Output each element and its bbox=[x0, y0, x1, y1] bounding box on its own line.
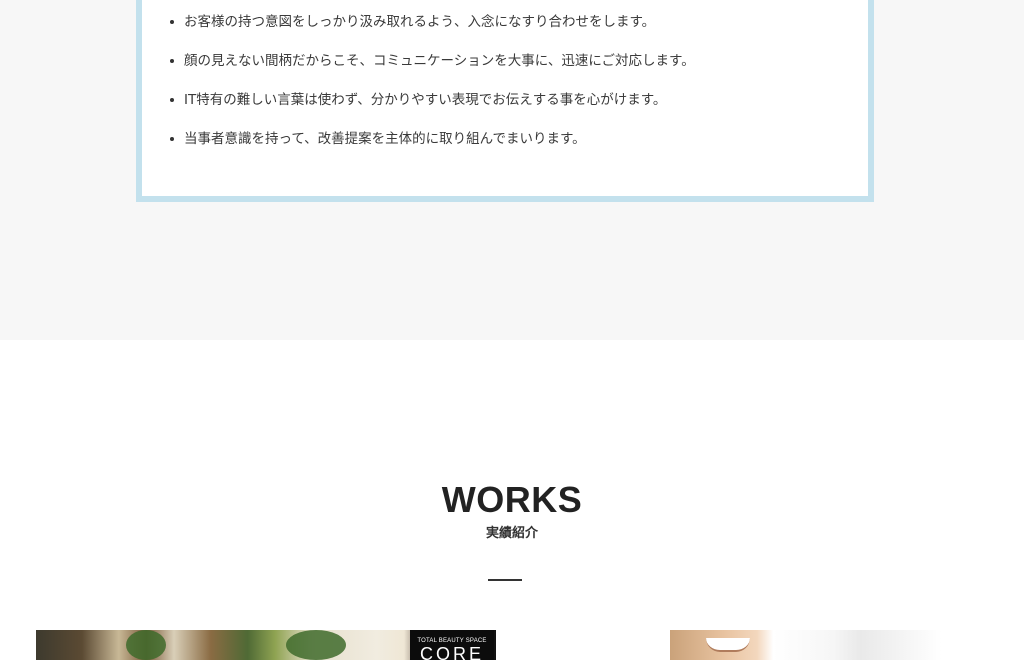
section-divider bbox=[488, 579, 522, 581]
plant-decoration bbox=[286, 630, 346, 660]
works-title: WORKS bbox=[441, 479, 583, 520]
policy-list-item: 当事者意識を持って、改善提案を主体的に取り組んでまいります。 bbox=[168, 129, 858, 168]
policy-item-text: お客様の持つ意図をしっかり汲み取れるよう、入念になすり合わせをします。 bbox=[184, 14, 656, 30]
works-section: WORKS 実績紹介 TOTAL BEAUTY SPACE CORE bbox=[0, 340, 1024, 660]
policy-list-item: IT特有の難しい言葉は使わず、分かりやすい表現でお伝えする事を心がけます。 bbox=[168, 90, 858, 129]
work-thumbnail-portrait[interactable] bbox=[670, 630, 942, 660]
core-logo: TOTAL BEAUTY SPACE CORE bbox=[410, 630, 494, 660]
policy-item-text: 顔の見えない間柄だからこそ、コミュニケーションを大事に、迅速にご対応します。 bbox=[184, 53, 695, 69]
work-thumbnail-core[interactable]: TOTAL BEAUTY SPACE CORE bbox=[36, 630, 496, 660]
policy-item-text: IT特有の難しい言葉は使わず、分かりやすい表現でお伝えする事を心がけます。 bbox=[184, 92, 667, 108]
portrait-image bbox=[706, 638, 750, 652]
policy-box: お客様の持つ意図をしっかり汲み取れるよう、入念になすり合わせをします。 顔の見え… bbox=[136, 0, 874, 202]
plant-decoration bbox=[126, 630, 166, 660]
core-logo-brand: CORE bbox=[419, 644, 484, 660]
policy-list-item: お客様の持つ意図をしっかり汲み取れるよう、入念になすり合わせをします。 bbox=[168, 12, 858, 51]
policy-item-text: 当事者意識を持って、改善提案を主体的に取り組んでまいります。 bbox=[184, 131, 586, 147]
policy-list: お客様の持つ意図をしっかり汲み取れるよう、入念になすり合わせをします。 顔の見え… bbox=[168, 12, 858, 168]
works-subtitle: 実績紹介 bbox=[485, 526, 538, 541]
values-section: お客様の持つ意図をしっかり汲み取れるよう、入念になすり合わせをします。 顔の見え… bbox=[0, 0, 1024, 340]
policy-list-item: 顔の見えない間柄だからこそ、コミュニケーションを大事に、迅速にご対応します。 bbox=[168, 51, 858, 90]
